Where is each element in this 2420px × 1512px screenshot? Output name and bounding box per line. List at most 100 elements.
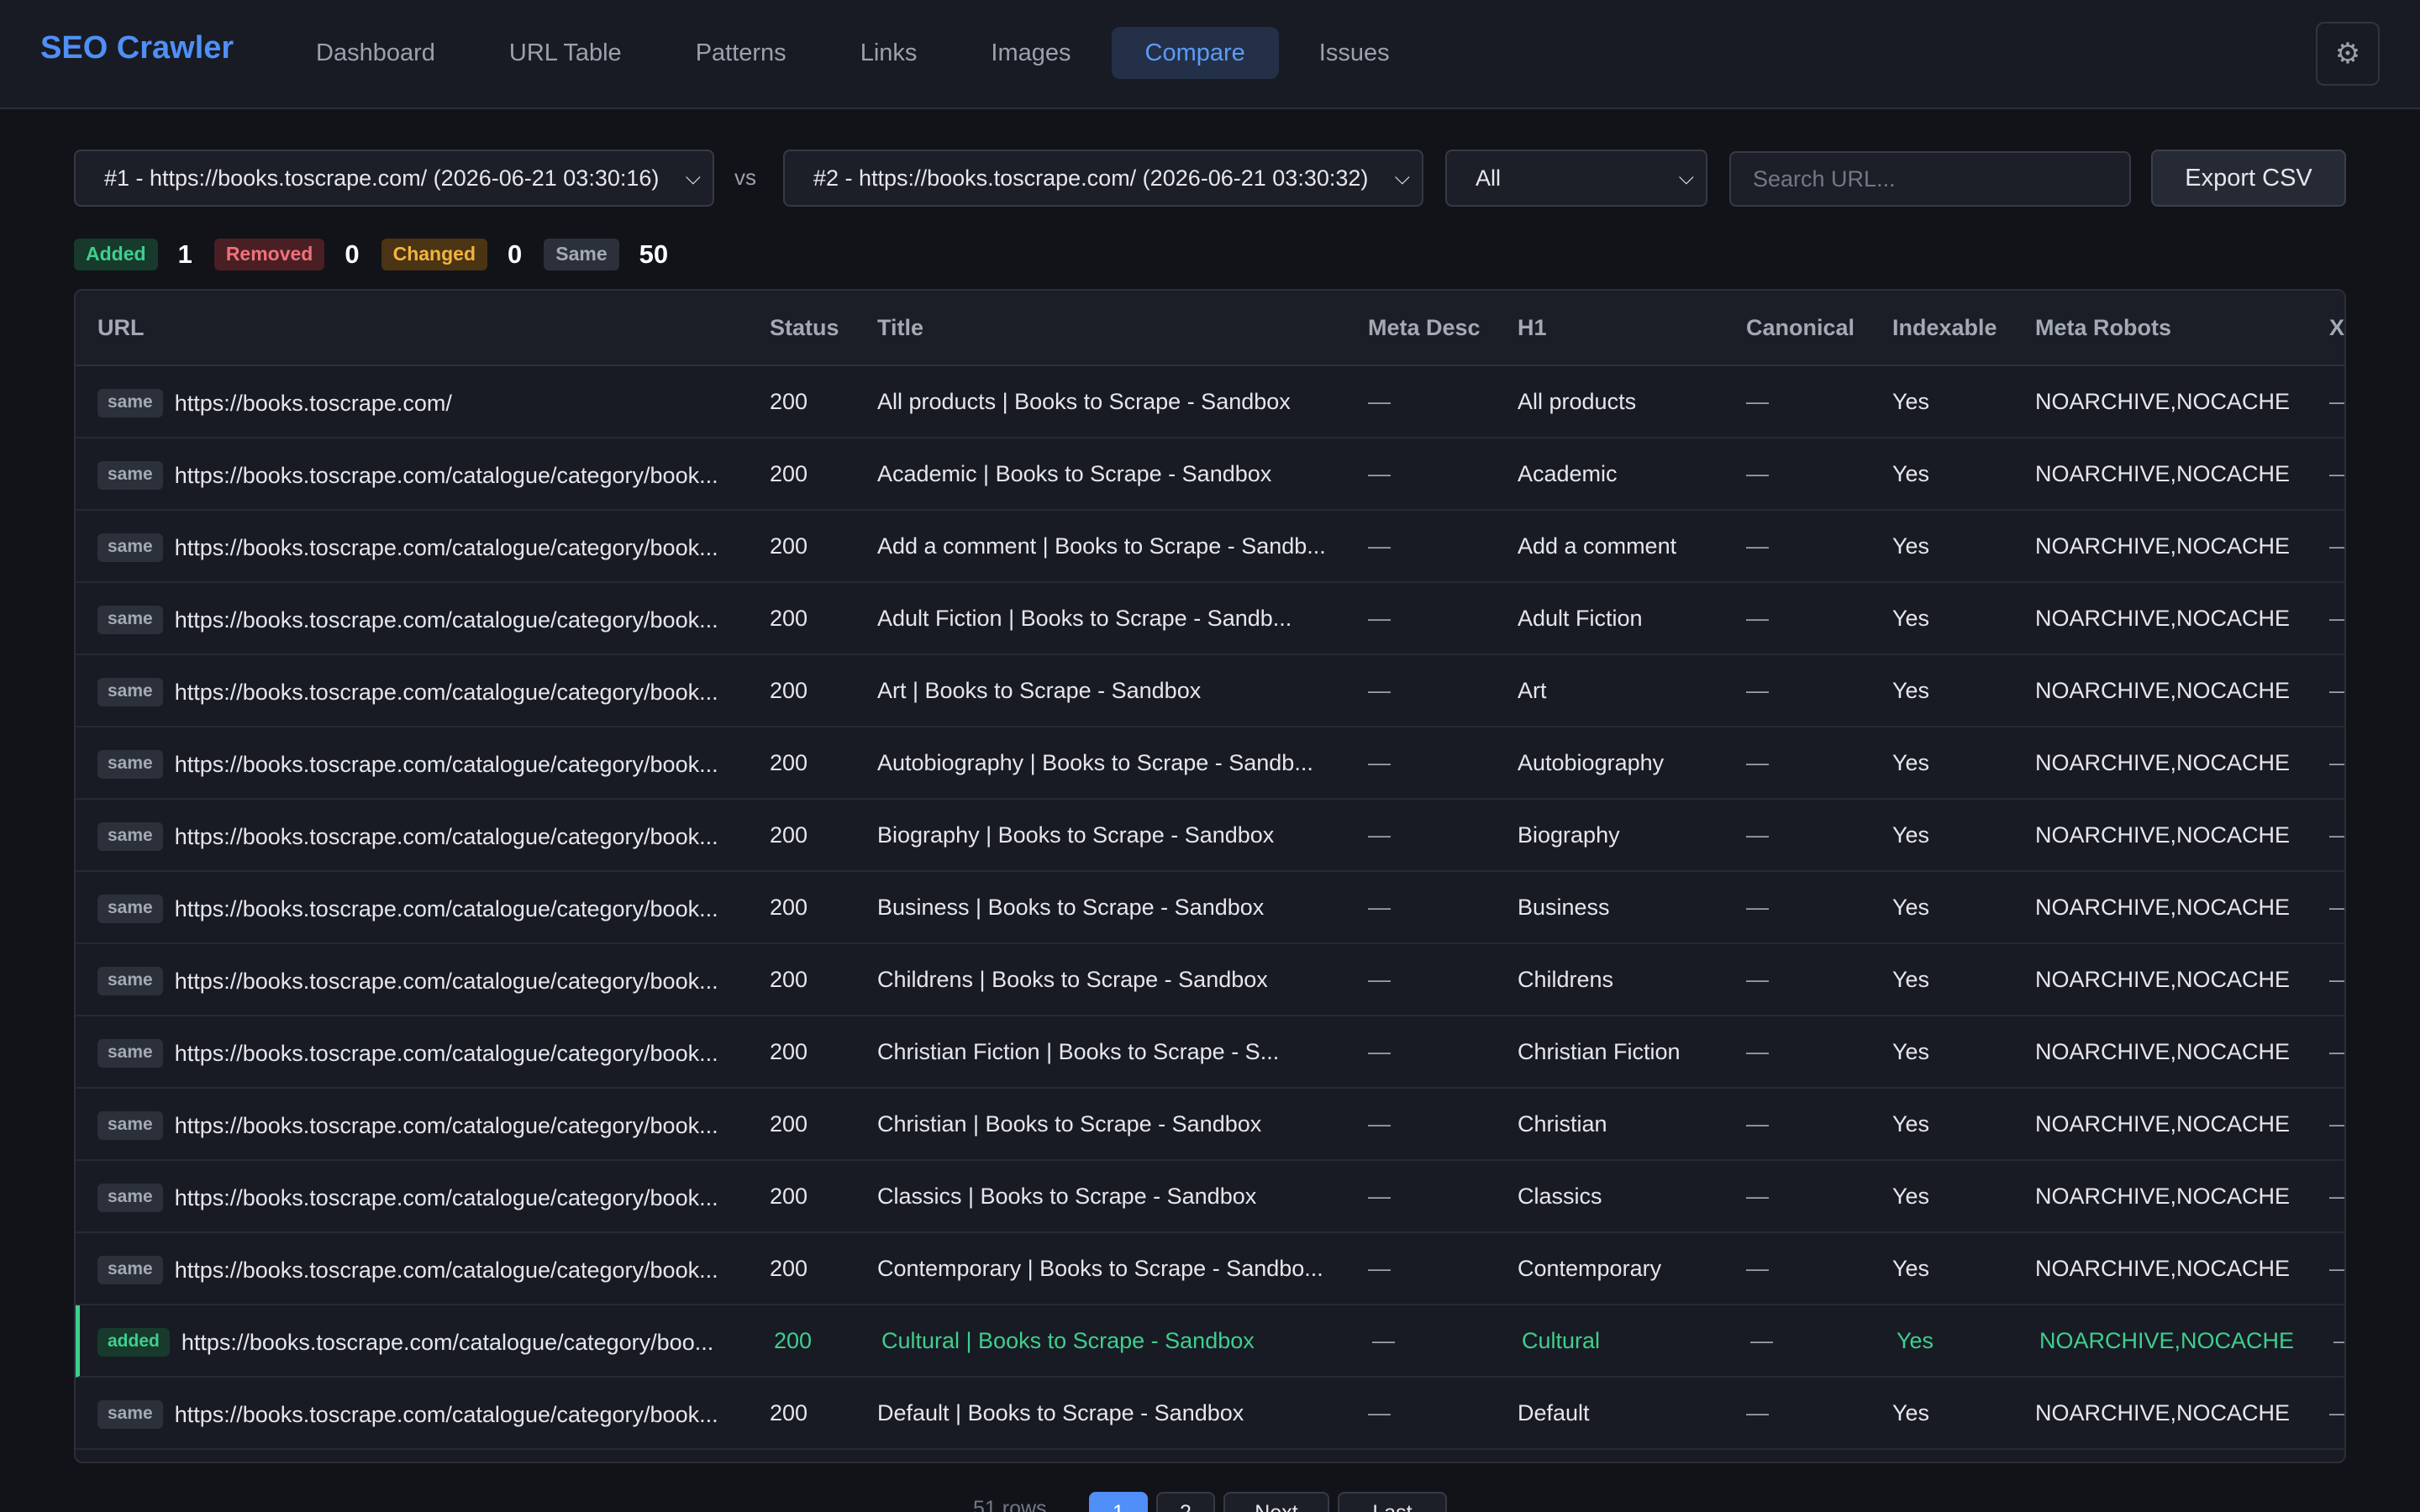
title-cell: All products | Books to Scrape - Sandbox [877,389,1291,414]
status-filter-select[interactable]: All ⌵ [1445,150,1707,207]
url-cell[interactable]: same https://books.toscrape.com/catalogue… [97,438,753,509]
url-cell[interactable]: same https://books.toscrape.com/ [97,366,753,437]
diff-state-badge: same [97,894,163,923]
url-text[interactable]: https://books.toscrape.com/catalogue/cat… [175,1041,718,1066]
url-cell[interactable]: same https://books.toscrape.com/catalogue… [97,800,753,870]
column-header-meta-desc[interactable]: Meta Desc [1368,291,1481,365]
column-header-title[interactable]: Title [877,291,923,365]
h1-cell: Business [1518,895,1610,920]
table-row[interactable]: same https://books.toscrape.com/catalogue… [76,1378,2344,1450]
canonical-cell: — [1746,461,1769,486]
x-cell: — [2329,800,2344,870]
nav-dashboard[interactable]: Dashboard [282,27,469,79]
url-cell[interactable]: same https://books.toscrape.com/catalogue… [97,1378,753,1448]
canonical-cell: — [1746,1039,1769,1064]
meta-desc-cell: — [1368,389,1391,414]
table-row[interactable]: same https://books.toscrape.com/catalogue… [76,727,2344,800]
table-row[interactable]: same https://books.toscrape.com/catalogue… [76,1016,2344,1089]
column-header-h1[interactable]: H1 [1518,291,1547,365]
column-header-canonical[interactable]: Canonical [1746,291,1854,365]
url-text[interactable]: https://books.toscrape.com/catalogue/cat… [175,1113,718,1138]
diff-state-badge: same [97,1183,163,1212]
url-cell[interactable]: same https://books.toscrape.com/catalogue… [97,583,753,654]
url-text[interactable]: https://books.toscrape.com/catalogue/cat… [175,752,718,777]
page-2-button[interactable]: 2 [1156,1492,1215,1512]
column-header-url[interactable]: URL [97,291,145,365]
column-header-x[interactable]: X [2329,291,2344,365]
nav-patterns[interactable]: Patterns [662,27,820,79]
export-csv-button[interactable]: Export CSV [2151,150,2346,207]
h1-cell: Add a comment [1518,533,1677,559]
table-row[interactable]: same https://books.toscrape.com/catalogue… [76,655,2344,727]
url-text[interactable]: https://books.toscrape.com/catalogue/cat… [182,1330,713,1355]
app-logo-title[interactable]: SEO Crawler [40,30,234,66]
url-text[interactable]: https://books.toscrape.com/catalogue/cat… [175,680,718,705]
url-cell[interactable]: same https://books.toscrape.com/catalogue… [97,1233,753,1304]
crawl-b-select[interactable]: #2 - https://books.toscrape.com/ (2026-0… [783,150,1423,207]
url-cell[interactable]: same https://books.toscrape.com/catalogue… [97,511,753,581]
url-text[interactable]: https://books.toscrape.com/ [175,391,452,416]
x-cell: — [2329,1016,2344,1087]
nav-links[interactable]: Links [827,27,951,79]
table-row[interactable]: same https://books.toscrape.com/catalogue… [76,511,2344,583]
nav-compare[interactable]: Compare [1111,27,1279,79]
table-row[interactable]: same https://books.toscrape.com/catalogue… [76,438,2344,511]
url-text[interactable]: https://books.toscrape.com/catalogue/cat… [175,824,718,849]
nav-url-table[interactable]: URL Table [476,27,655,79]
table-row[interactable]: added https://books.toscrape.com/catalogu… [76,1305,2344,1378]
indexable-cell: Yes [1892,1184,1930,1209]
canonical-cell: — [1746,389,1769,414]
column-header-status[interactable]: Status [770,291,839,365]
url-text[interactable]: https://books.toscrape.com/catalogue/cat… [175,1402,718,1427]
nav-images[interactable]: Images [957,27,1104,79]
url-text[interactable]: https://books.toscrape.com/catalogue/cat… [175,463,718,488]
table-row[interactable]: same https://books.toscrape.com/catalogue… [76,944,2344,1016]
table-row[interactable]: same https://books.toscrape.com/catalogue… [76,1161,2344,1233]
diff-state-badge: same [97,1255,163,1284]
canonical-cell: — [1746,1111,1769,1137]
column-header-indexable[interactable]: Indexable [1892,291,1997,365]
crawl-a-select[interactable]: #1 - https://books.toscrape.com/ (2026-0… [74,150,714,207]
title-cell: Cultural | Books to Scrape - Sandbox [881,1328,1255,1353]
table-row[interactable]: same https://books.toscrape.com/200 All pr… [76,366,2344,438]
url-cell[interactable]: same https://books.toscrape.com/catalogue… [97,872,753,942]
diff-state-badge: same [97,388,163,417]
table-row[interactable]: same https://books.toscrape.com/catalogue… [76,872,2344,944]
nav-issues[interactable]: Issues [1286,27,1423,79]
meta-robots-cell: NOARCHIVE,NOCACHE [2035,1400,2291,1425]
url-cell[interactable]: added https://books.toscrape.com/catalogu… [97,1305,753,1376]
status-filter-value: All [1476,165,1502,191]
title-cell: Autobiography | Books to Scrape - Sandb.… [877,750,1313,775]
meta-robots-cell: NOARCHIVE,NOCACHE [2035,606,2291,631]
url-text[interactable]: https://books.toscrape.com/catalogue/cat… [175,1185,718,1210]
next-page-button[interactable]: Next [1223,1492,1329,1512]
search-url-input[interactable] [1729,151,2131,207]
status-cell: 200 [770,895,808,920]
url-text[interactable]: https://books.toscrape.com/catalogue/cat… [175,607,718,633]
column-header-meta-robots[interactable]: Meta Robots [2035,291,2171,365]
diff-state-badge: same [97,749,163,779]
url-text[interactable]: https://books.toscrape.com/catalogue/cat… [175,969,718,994]
settings-button[interactable]: ⚙ [2316,22,2380,86]
table-row[interactable]: same https://books.toscrape.com/catalogue… [76,583,2344,655]
url-text[interactable]: https://books.toscrape.com/catalogue/cat… [175,896,718,921]
canonical-cell: — [1746,895,1769,920]
h1-cell: Adult Fiction [1518,606,1643,631]
diff-summary: Added 1 Removed 0 Changed 0 Same 50 [74,239,690,270]
table-row[interactable]: same https://books.toscrape.com/catalogue… [76,1233,2344,1305]
table-row[interactable]: same https://books.toscrape.com/catalogue… [76,800,2344,872]
page-1-button[interactable]: 1 [1089,1492,1148,1512]
crawl-a-value: #1 - https://books.toscrape.com/ (2026-0… [104,165,660,191]
url-text[interactable]: https://books.toscrape.com/catalogue/cat… [175,1257,718,1283]
url-cell[interactable]: same https://books.toscrape.com/catalogue… [97,727,753,798]
meta-desc-cell: — [1368,533,1391,559]
url-cell[interactable]: same https://books.toscrape.com/catalogue… [97,944,753,1015]
url-cell[interactable]: same https://books.toscrape.com/catalogue… [97,1016,753,1087]
last-page-button[interactable]: Last [1338,1492,1447,1512]
table-row[interactable]: same https://books.toscrape.com/catalogue… [76,1089,2344,1161]
url-cell[interactable]: same https://books.toscrape.com/catalogue… [97,655,753,726]
url-cell[interactable]: same https://books.toscrape.com/catalogue… [97,1089,753,1159]
url-cell[interactable]: same https://books.toscrape.com/catalogue… [97,1161,753,1231]
vs-label: vs [734,165,756,190]
url-text[interactable]: https://books.toscrape.com/catalogue/cat… [175,535,718,560]
